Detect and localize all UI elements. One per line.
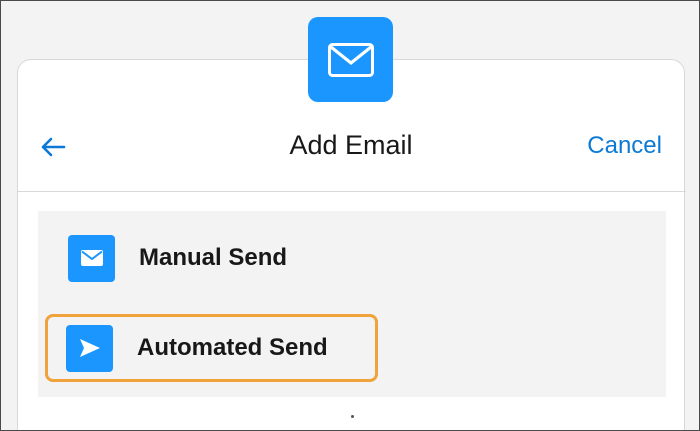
manual-send-option[interactable]: Manual Send: [50, 228, 450, 288]
automated-send-option[interactable]: Automated Send: [45, 314, 378, 382]
automated-send-label: Automated Send: [137, 334, 328, 361]
send-options-list: Manual Send Automated Send: [38, 211, 666, 397]
envelope-icon: [68, 234, 115, 282]
screenshot-frame: Add Email Cancel Manual Send Automated S…: [0, 0, 700, 431]
envelope-icon: [308, 17, 393, 102]
page-indicator-dot: [351, 415, 354, 418]
add-email-panel: Add Email Cancel Manual Send Automated S…: [17, 59, 686, 430]
send-icon: [66, 324, 113, 372]
page-title: Add Email: [289, 130, 413, 160]
cancel-button[interactable]: Cancel: [587, 132, 662, 160]
manual-send-label: Manual Send: [139, 244, 288, 271]
